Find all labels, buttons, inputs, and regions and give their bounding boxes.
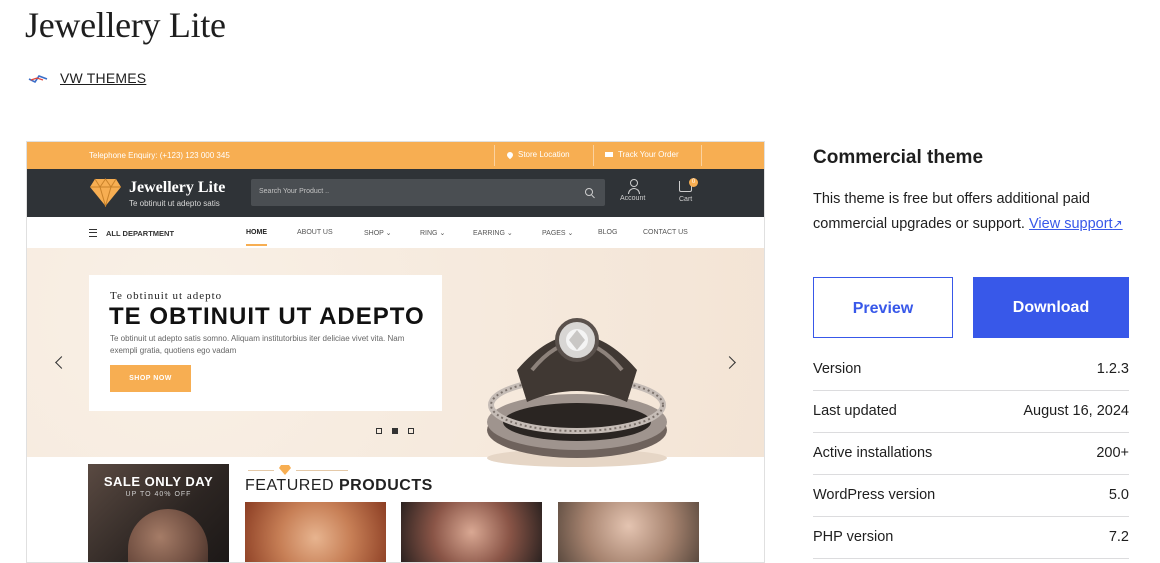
preview-header: Jewellery Lite Te obtinuit ut adepto sat… (27, 169, 764, 217)
featured-divider (296, 470, 348, 471)
preview-search-input: Search Your Product .. (251, 179, 605, 206)
commercial-theme-description: This theme is free but offers additional… (813, 187, 1129, 236)
diamond-logo-icon (90, 178, 121, 207)
ring-product-image (487, 318, 667, 467)
theme-meta-list: Version 1.2.3 Last updated August 16, 2024… (813, 349, 1129, 559)
preview-nav-contact: CONTACT US (643, 229, 688, 236)
author-row: VW THEMES (28, 70, 146, 86)
slider-dots (376, 428, 414, 434)
search-icon (585, 188, 593, 196)
account-label: Account (620, 195, 646, 202)
preview-nav-earring: EARRING ⌄ (473, 230, 513, 237)
all-department-label: ALL DEPARTMENT (106, 229, 175, 238)
preview-nav-shop: SHOP ⌄ (364, 230, 392, 237)
author-link[interactable]: VW THEMES (60, 70, 146, 86)
cart-count-badge: 0 (689, 178, 698, 187)
preview-button[interactable]: Preview (813, 277, 953, 338)
featured-divider (248, 470, 274, 471)
meta-label: Last updated (813, 403, 897, 419)
preview-store-location: Store Location (505, 150, 570, 159)
download-button[interactable]: Download (973, 277, 1129, 338)
hamburger-icon (89, 229, 97, 237)
preview-nav-blog: BLOG (598, 229, 618, 236)
hero-text: Te obtinuit ut adepto satis somno. Aliqu… (110, 334, 405, 355)
commercial-theme-heading: Commercial theme (813, 147, 984, 168)
cart-label: Cart (679, 196, 693, 203)
preview-nav-about: ABOUT US (297, 229, 333, 236)
preview-nav-ring: RING ⌄ (420, 230, 446, 237)
product-image (558, 502, 699, 562)
topbar-divider (593, 145, 594, 166)
theme-title: Jewellery Lite (25, 5, 226, 45)
meta-row-php-version: PHP version 7.2 (813, 517, 1129, 559)
preview-tagline: Te obtinuit ut adepto satis (129, 199, 220, 208)
meta-label: WordPress version (813, 487, 936, 503)
meta-label: Active installations (813, 445, 933, 461)
sale-title: SALE ONLY DAY (103, 474, 214, 489)
external-link-icon: ↗ (1112, 216, 1123, 231)
meta-value: 1.2.3 (1096, 361, 1129, 377)
product-image (245, 502, 386, 562)
location-pin-icon (505, 150, 515, 159)
featured-title-bold: PRODUCTS (338, 477, 433, 494)
meta-label: PHP version (813, 529, 894, 545)
shop-now-button: SHOP NOW (110, 365, 191, 392)
meta-value: August 16, 2024 (1023, 403, 1129, 419)
support-link-label: View support (1029, 215, 1113, 232)
meta-value: 7.2 (1108, 529, 1129, 545)
sale-subtitle: UP TO 40% OFF (125, 491, 192, 498)
preview-enquiry-text: Telephone Enquiry: (+123) 123 000 345 (89, 151, 230, 160)
search-placeholder: Search Your Product .. (259, 188, 330, 195)
preview-nav-home: HOME (246, 229, 267, 246)
hero-heading: TE OBTINUIT UT ADEPTO (109, 303, 425, 330)
meta-row-version: Version 1.2.3 (813, 349, 1129, 391)
meta-row-wordpress-version: WordPress version 5.0 (813, 475, 1129, 517)
slider-dot (376, 428, 382, 434)
featured-title-light: FEATURED (245, 477, 339, 494)
theme-screenshot[interactable]: Telephone Enquiry: (+123) 123 000 345 St… (26, 141, 765, 563)
sale-banner: SALE ONLY DAY UP TO 40% OFF (88, 464, 229, 562)
preview-account: Account (620, 179, 645, 202)
vw-themes-logo-icon (28, 72, 48, 84)
preview-nav-pages: PAGES ⌄ (542, 230, 574, 237)
sale-model-image (128, 509, 208, 562)
meta-label: Version (813, 361, 862, 377)
preview-topbar: Telephone Enquiry: (+123) 123 000 345 St… (27, 142, 764, 169)
product-image (401, 502, 542, 562)
meta-row-active-installations: Active installations 200+ (813, 433, 1129, 475)
truck-icon (605, 152, 613, 157)
slider-dot (392, 428, 398, 434)
topbar-divider (494, 145, 495, 166)
slider-next-icon (723, 356, 736, 369)
store-location-label: Store Location (518, 150, 570, 159)
meta-value: 5.0 (1108, 487, 1129, 503)
preview-nav: ALL DEPARTMENT HOME ABOUT US SHOP ⌄ RING… (27, 217, 764, 249)
meta-value: 200+ (1096, 445, 1129, 461)
slider-prev-icon (55, 356, 68, 369)
slider-dot (408, 428, 414, 434)
preview-brand: Jewellery Lite (129, 179, 226, 196)
track-order-label: Track Your Order (618, 150, 679, 159)
featured-title: FEATURED PRODUCTS (245, 477, 433, 495)
hero-kicker: Te obtinuit ut adepto (110, 290, 223, 302)
preview-track-order: Track Your Order (605, 150, 679, 159)
user-icon (627, 179, 640, 194)
view-support-link[interactable]: View support↗ (1029, 216, 1123, 232)
diamond-icon (279, 465, 291, 475)
topbar-divider (701, 145, 702, 166)
hero-card: Te obtinuit ut adepto TE OBTINUIT UT ADE… (89, 275, 442, 411)
meta-row-last-updated: Last updated August 16, 2024 (813, 391, 1129, 433)
